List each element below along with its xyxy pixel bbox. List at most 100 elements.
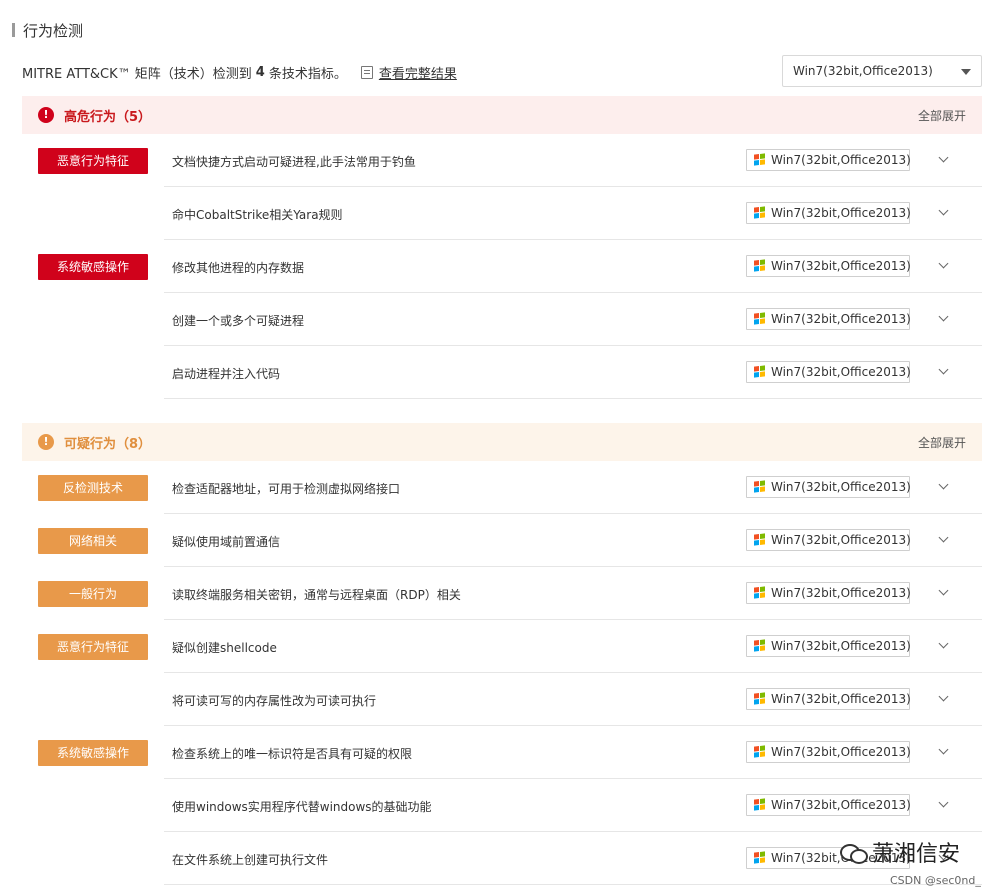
environment-chip-label: Win7(32bit,Office2013) [771, 259, 911, 273]
environment-chip-label: Win7(32bit,Office2013) [771, 533, 911, 547]
high-risk-title: 高危行为（5） [64, 109, 152, 125]
windows-logo-icon [754, 798, 765, 811]
behavior-group: 网络相关 疑似使用域前置通信 Win7(32bit,Office2013) [22, 514, 982, 567]
environment-chip: Win7(32bit,Office2013) [746, 635, 911, 657]
behavior-description: 修改其他进程的内存数据 [172, 261, 305, 275]
environment-chip-label: Win7(32bit,Office2013) [771, 639, 911, 653]
report-icon [360, 65, 373, 79]
behavior-description: 读取终端服务相关密钥，通常与远程桌面（RDP）相关 [172, 588, 461, 602]
windows-logo-icon [754, 365, 765, 378]
windows-logo-icon [754, 312, 765, 325]
behavior-group: 恶意行为特征 疑似创建shellcode Win7(32bit,Office2013… [22, 620, 982, 726]
behavior-group: 系统敏感操作 检查系统上的唯一标识符是否具有可疑的权限 Win7(32bit,Off… [22, 726, 982, 885]
category-tag: 一般行为 [38, 581, 148, 607]
environment-chip: Win7(32bit,Office2013) [746, 476, 911, 498]
windows-logo-icon [754, 533, 765, 546]
credit-text: CSDN @sec0nd_ [890, 874, 981, 887]
behavior-row[interactable]: 使用windows实用程序代替windows的基础功能 Win7(32bit,Of… [164, 779, 982, 832]
behavior-row[interactable]: 命中CobaltStrike相关Yara规则 Win7(32bit,Office2… [164, 187, 982, 240]
environment-chip-label: Win7(32bit,Office2013) [771, 586, 911, 600]
environment-chip: Win7(32bit,Office2013) [746, 582, 911, 604]
chevron-down-icon[interactable] [938, 152, 949, 163]
chevron-down-icon[interactable] [938, 797, 949, 808]
suspicious-expand-all-button[interactable]: 全部展开 [918, 434, 966, 451]
environment-select-value: Win7(32bit,Office2013) [793, 64, 933, 78]
watermark-text: 萧湘信安 [872, 842, 961, 867]
chevron-down-icon[interactable] [938, 585, 949, 596]
wechat-icon [840, 842, 868, 864]
category-tag: 反检测技术 [38, 475, 148, 501]
windows-logo-icon [754, 206, 765, 219]
behavior-row[interactable]: 读取终端服务相关密钥，通常与远程桌面（RDP）相关 Win7(32bit,Offi… [164, 567, 982, 620]
windows-logo-icon [754, 153, 765, 166]
environment-chip-label: Win7(32bit,Office2013) [771, 312, 911, 326]
environment-chip-label: Win7(32bit,Office2013) [771, 480, 911, 494]
environment-chip: Win7(32bit,Office2013) [746, 529, 911, 551]
environment-chip-label: Win7(32bit,Office2013) [771, 206, 911, 220]
view-full-results-link[interactable]: 查看完整结果 [379, 63, 457, 82]
behavior-description: 创建一个或多个可疑进程 [172, 314, 305, 328]
category-tag: 恶意行为特征 [38, 148, 148, 174]
caret-down-icon [961, 69, 971, 75]
behavior-description: 将可读可写的内存属性改为可读可执行 [172, 694, 377, 708]
chevron-down-icon[interactable] [938, 205, 949, 216]
title-accent-bar [12, 23, 15, 37]
chevron-down-icon[interactable] [938, 691, 949, 702]
summary-suffix: 条技术指标。 [268, 66, 347, 82]
environment-chip: Win7(32bit,Office2013) [746, 688, 911, 710]
behavior-row[interactable]: 疑似创建shellcode Win7(32bit,Office2013) [164, 620, 982, 673]
behavior-description: 检查适配器地址，可用于检测虚拟网络接口 [172, 482, 401, 496]
behavior-description: 疑似使用域前置通信 [172, 535, 281, 549]
behavior-row[interactable]: 检查系统上的唯一标识符是否具有可疑的权限 Win7(32bit,Office201… [164, 726, 982, 779]
exclamation-icon: ! [38, 434, 54, 450]
environment-select[interactable]: Win7(32bit,Office2013) [782, 55, 982, 87]
environment-chip-label: Win7(32bit,Office2013) [771, 365, 911, 379]
high-risk-expand-all-button[interactable]: 全部展开 [918, 107, 966, 124]
suspicious-title: 可疑行为（8） [64, 436, 152, 452]
chevron-down-icon[interactable] [938, 364, 949, 375]
environment-chip: Win7(32bit,Office2013) [746, 255, 911, 277]
category-tag: 网络相关 [38, 528, 148, 554]
environment-chip: Win7(32bit,Office2013) [746, 741, 911, 763]
summary-count: 4 [255, 64, 265, 80]
behavior-description: 检查系统上的唯一标识符是否具有可疑的权限 [172, 747, 413, 761]
environment-chip: Win7(32bit,Office2013) [746, 361, 911, 383]
environment-chip-label: Win7(32bit,Office2013) [771, 153, 911, 167]
chevron-down-icon[interactable] [938, 311, 949, 322]
page-title: 行为检测 [23, 21, 84, 40]
environment-chip: Win7(32bit,Office2013) [746, 794, 911, 816]
environment-chip-label: Win7(32bit,Office2013) [771, 798, 911, 812]
summary-row: MITRE ATT&CK™ 矩阵（技术）检测到 4 条技术指标。 查看完整结果 … [22, 55, 982, 87]
watermark: 萧湘信安 [840, 836, 960, 868]
windows-logo-icon [754, 851, 765, 864]
chevron-down-icon[interactable] [938, 258, 949, 269]
windows-logo-icon [754, 586, 765, 599]
environment-chip-label: Win7(32bit,Office2013) [771, 745, 911, 759]
behavior-description: 文档快捷方式启动可疑进程,此手法常用于钓鱼 [172, 155, 416, 169]
behavior-row[interactable]: 启动进程并注入代码 Win7(32bit,Office2013) [164, 346, 982, 399]
behavior-row[interactable]: 疑似使用域前置通信 Win7(32bit,Office2013) [164, 514, 982, 567]
behavior-row[interactable]: 检查适配器地址，可用于检测虚拟网络接口 Win7(32bit,Office2013… [164, 461, 982, 514]
category-tag: 系统敏感操作 [38, 254, 148, 280]
behavior-row[interactable]: 将可读可写的内存属性改为可读可执行 Win7(32bit,Office2013) [164, 673, 982, 726]
behavior-group: 一般行为 读取终端服务相关密钥，通常与远程桌面（RDP）相关 Win7(32bit,… [22, 567, 982, 620]
windows-logo-icon [754, 745, 765, 758]
section-title: 行为检测 [12, 20, 83, 40]
behavior-row[interactable]: 修改其他进程的内存数据 Win7(32bit,Office2013) [164, 240, 982, 293]
environment-chip-label: Win7(32bit,Office2013) [771, 692, 911, 706]
chevron-down-icon[interactable] [938, 638, 949, 649]
exclamation-icon: ! [38, 107, 54, 123]
chevron-down-icon[interactable] [938, 532, 949, 543]
environment-chip: Win7(32bit,Office2013) [746, 202, 911, 224]
windows-logo-icon [754, 639, 765, 652]
chevron-down-icon[interactable] [938, 479, 949, 490]
behavior-description: 在文件系统上创建可执行文件 [172, 853, 329, 867]
windows-logo-icon [754, 692, 765, 705]
behavior-group: 反检测技术 检查适配器地址，可用于检测虚拟网络接口 Win7(32bit,Offic… [22, 461, 982, 514]
behavior-row[interactable]: 文档快捷方式启动可疑进程,此手法常用于钓鱼 Win7(32bit,Office20… [164, 134, 982, 187]
chevron-down-icon[interactable] [938, 744, 949, 755]
behavior-row[interactable]: 创建一个或多个可疑进程 Win7(32bit,Office2013) [164, 293, 982, 346]
category-tag: 恶意行为特征 [38, 634, 148, 660]
behavior-description: 启动进程并注入代码 [172, 367, 281, 381]
environment-chip: Win7(32bit,Office2013) [746, 308, 911, 330]
